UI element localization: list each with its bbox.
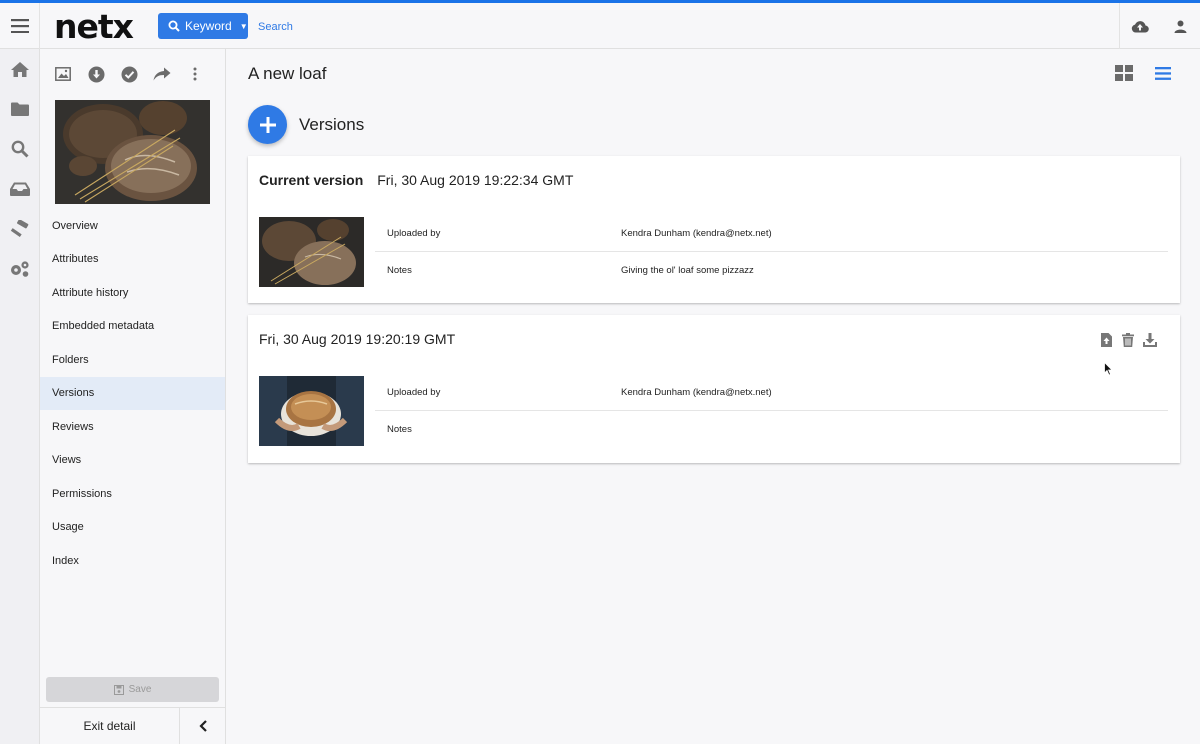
save-icon xyxy=(113,684,124,695)
download-icon xyxy=(1143,333,1157,347)
nav-item-usage[interactable]: Usage xyxy=(40,511,225,545)
save-button[interactable]: Save xyxy=(46,677,219,702)
grid-view-icon xyxy=(1115,65,1133,81)
gears-icon xyxy=(11,261,29,277)
image-icon xyxy=(55,67,71,81)
nav-item-attribute-history[interactable]: Attribute history xyxy=(40,276,225,310)
asset-preview-image[interactable] xyxy=(55,100,210,204)
cloud-upload-button[interactable] xyxy=(1120,3,1160,49)
version-card-header: Current version Fri, 30 Aug 2019 19:22:3… xyxy=(259,172,573,188)
version-card-current: Current version Fri, 30 Aug 2019 19:22:3… xyxy=(248,156,1180,303)
user-icon xyxy=(1174,20,1186,33)
home-icon xyxy=(11,61,29,77)
user-account-button[interactable] xyxy=(1160,3,1200,49)
uploaded-by-row: Uploaded by Kendra Dunham (kendra@netx.n… xyxy=(375,216,1168,252)
nav-item-views[interactable]: Views xyxy=(40,444,225,478)
menu-icon xyxy=(10,19,29,33)
share-button[interactable] xyxy=(152,64,172,84)
uploaded-by-value: Kendra Dunham (kendra@netx.net) xyxy=(621,387,772,398)
download-button[interactable] xyxy=(86,64,106,84)
promote-version-button[interactable] xyxy=(1098,332,1114,348)
tools-button[interactable] xyxy=(0,209,40,249)
hamburger-menu-button[interactable] xyxy=(0,3,40,49)
nav-item-attributes[interactable]: Attributes xyxy=(40,243,225,277)
home-button[interactable] xyxy=(0,49,40,89)
download-version-button[interactable] xyxy=(1142,332,1158,348)
asset-detail-panel: Overview Attributes Attribute history Em… xyxy=(40,49,226,744)
share-icon xyxy=(153,67,171,81)
search-type-dropdown[interactable]: Keyword ▼ xyxy=(158,13,248,39)
version-actions xyxy=(1098,332,1158,348)
file-upload-icon xyxy=(1100,333,1112,347)
version-thumbnail[interactable] xyxy=(259,376,364,446)
search-icon xyxy=(168,20,180,32)
search-nav-button[interactable] xyxy=(0,129,40,169)
notes-label: Notes xyxy=(387,423,412,435)
more-vert-icon xyxy=(193,67,197,81)
uploaded-by-value: Kendra Dunham (kendra@netx.net) xyxy=(621,228,772,239)
current-version-label: Current version xyxy=(259,172,364,188)
inbox-icon xyxy=(10,182,30,196)
cloud-upload-icon xyxy=(1131,20,1149,33)
version-metadata: Uploaded by Kendra Dunham (kendra@netx.n… xyxy=(375,216,1168,288)
version-date: Fri, 30 Aug 2019 19:22:34 GMT xyxy=(377,172,574,188)
notes-row: Notes Giving the ol' loaf some pizzazz xyxy=(375,252,1168,288)
version-metadata: Uploaded by Kendra Dunham (kendra@netx.n… xyxy=(375,375,1168,447)
approve-button[interactable] xyxy=(119,64,139,84)
settings-button[interactable] xyxy=(0,249,40,289)
notes-row: Notes xyxy=(375,411,1168,447)
folder-icon xyxy=(11,102,29,116)
detail-nav: Overview Attributes Attribute history Em… xyxy=(40,209,225,578)
delete-version-button[interactable] xyxy=(1120,332,1136,348)
version-date: Fri, 30 Aug 2019 19:20:19 GMT xyxy=(259,331,456,347)
preview-button[interactable] xyxy=(53,64,73,84)
version-thumbnail[interactable] xyxy=(259,217,364,287)
notes-value: Giving the ol' loaf some pizzazz xyxy=(621,264,754,276)
nav-item-versions[interactable]: Versions xyxy=(40,376,225,410)
chevron-left-icon xyxy=(198,720,207,732)
search-icon xyxy=(11,140,29,158)
inbox-button[interactable] xyxy=(0,169,40,209)
uploaded-by-label: Uploaded by xyxy=(387,387,441,398)
search-input[interactable] xyxy=(252,15,1052,39)
collapse-panel-button[interactable] xyxy=(180,708,225,744)
nav-item-overview[interactable]: Overview xyxy=(40,209,225,243)
nav-item-permissions[interactable]: Permissions xyxy=(40,477,225,511)
hammer-icon xyxy=(10,220,29,238)
grid-view-button[interactable] xyxy=(1115,65,1133,86)
nav-item-index[interactable]: Index xyxy=(40,544,225,578)
page-title: A new loaf xyxy=(248,64,327,83)
folders-button[interactable] xyxy=(0,89,40,129)
top-bar: netx Keyword ▼ xyxy=(0,0,1200,49)
check-circle-icon xyxy=(121,66,137,82)
list-view-button[interactable] xyxy=(1155,67,1171,85)
add-version-button[interactable] xyxy=(248,105,287,144)
uploaded-by-row: Uploaded by Kendra Dunham (kendra@netx.n… xyxy=(375,375,1168,411)
caret-down-icon: ▼ xyxy=(239,21,248,31)
save-button-label: Save xyxy=(128,684,152,695)
versions-section-title: Versions xyxy=(299,115,365,134)
left-nav-rail xyxy=(0,49,40,744)
plus-icon xyxy=(259,116,276,133)
exit-detail-row: Exit detail xyxy=(40,707,225,744)
more-options-button[interactable] xyxy=(185,64,205,84)
download-circle-icon xyxy=(88,66,104,82)
nav-item-reviews[interactable]: Reviews xyxy=(40,410,225,444)
search-type-label: Keyword xyxy=(185,19,232,33)
asset-toolbar xyxy=(40,49,225,99)
list-view-icon xyxy=(1155,67,1171,80)
uploaded-by-label: Uploaded by xyxy=(387,228,441,239)
exit-detail-button[interactable]: Exit detail xyxy=(40,708,180,744)
nav-item-embedded-metadata[interactable]: Embedded metadata xyxy=(40,310,225,344)
nav-item-folders[interactable]: Folders xyxy=(40,343,225,377)
notes-label: Notes xyxy=(387,264,412,276)
trash-icon xyxy=(1122,333,1134,347)
top-right-actions xyxy=(1119,3,1200,49)
version-card-header: Fri, 30 Aug 2019 19:20:19 GMT xyxy=(259,331,455,347)
version-card-previous: Fri, 30 Aug 2019 19:20:19 GMT Uploaded b… xyxy=(248,315,1180,463)
mouse-cursor-icon xyxy=(1104,362,1113,376)
netx-logo[interactable]: netx xyxy=(54,7,134,46)
